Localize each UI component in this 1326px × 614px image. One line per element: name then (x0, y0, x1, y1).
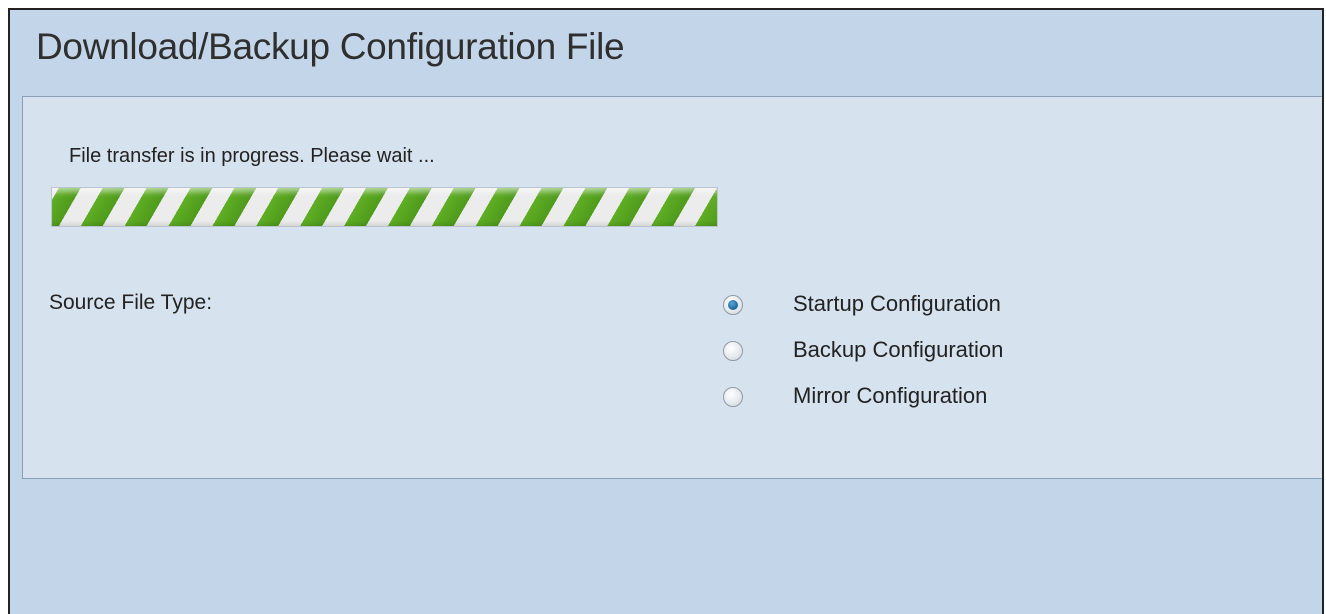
radio-button-backup-configuration[interactable] (723, 341, 743, 361)
transfer-status-text: File transfer is in progress. Please wai… (69, 145, 435, 167)
radio-button-mirror-configuration[interactable] (723, 387, 743, 407)
radio-label-mirror-configuration[interactable]: Mirror Configuration (793, 383, 987, 409)
transfer-progress-bar (51, 187, 718, 227)
source-file-type-label: Source File Type: (49, 291, 213, 314)
radio-button-startup-configuration[interactable] (723, 295, 743, 315)
radio-label-backup-configuration[interactable]: Backup Configuration (793, 337, 1003, 363)
app-window: Download/Backup Configuration File File … (8, 8, 1324, 614)
radio-label-startup-configuration[interactable]: Startup Configuration (793, 291, 1001, 317)
page-title: Download/Backup Configuration File (36, 26, 625, 67)
content-panel: File transfer is in progress. Please wai… (22, 96, 1322, 479)
